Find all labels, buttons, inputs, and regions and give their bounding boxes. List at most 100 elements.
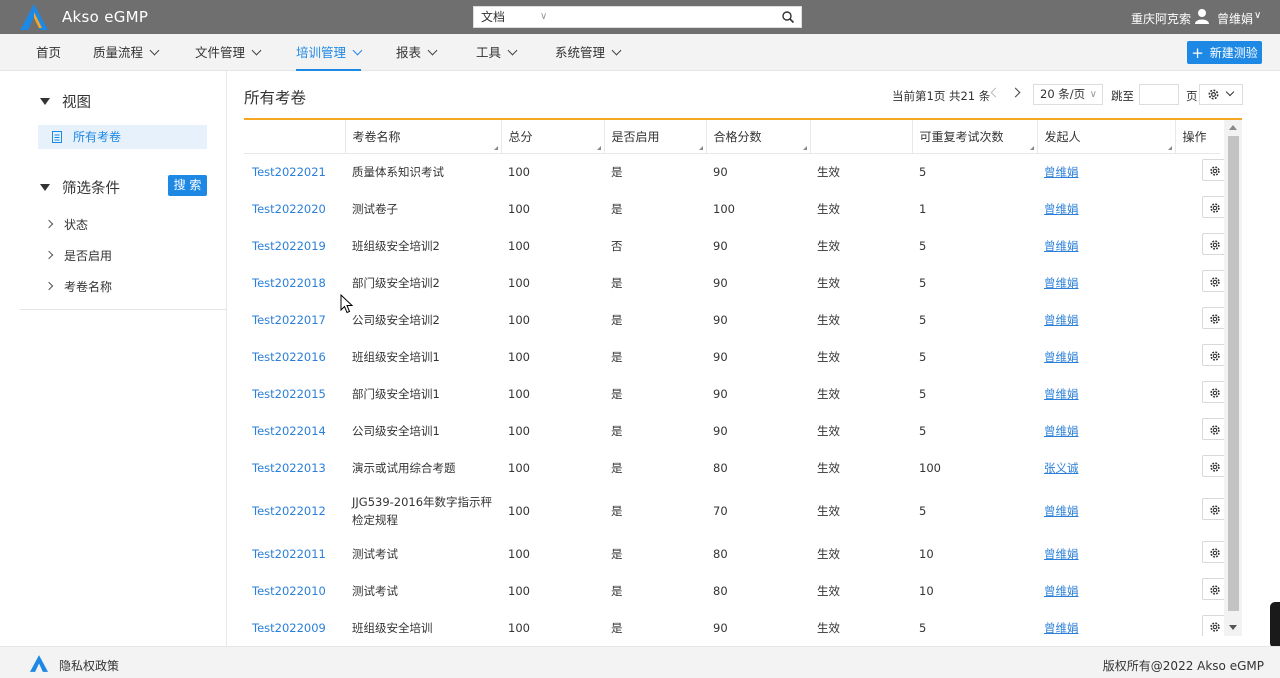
row-actions [1175, 375, 1227, 412]
row-actions [1175, 153, 1227, 190]
total-score: 100 [508, 164, 530, 179]
row-actions [1175, 412, 1227, 449]
caret-down-icon [40, 98, 50, 105]
filter-section-toggle[interactable]: 筛选条件 [40, 177, 120, 198]
sidebar-item-all-papers[interactable]: 所有考卷 [38, 125, 207, 149]
chevron-down-icon: ∨ [540, 11, 548, 22]
filter-status[interactable]: 状态 [44, 216, 88, 233]
status-value: 生效 [817, 201, 840, 216]
paper-code-link[interactable]: Test2022015 [244, 375, 345, 412]
paper-code-link[interactable]: Test2022011 [244, 535, 345, 572]
col-header-pass-score[interactable]: 合格分数 [706, 120, 811, 154]
table-row: Test2022015 部门级安全培训1 100 是 90 生效 5 曾维娟 [244, 375, 1227, 412]
pass-score: 90 [713, 349, 728, 364]
sort-icon [802, 145, 807, 150]
page-scroll-handle[interactable] [1270, 602, 1280, 648]
gear-icon [1210, 585, 1220, 595]
paper-code-link[interactable]: Test2022021 [244, 153, 345, 190]
col-header-repeat[interactable]: 可重复考试次数 [912, 120, 1038, 154]
gear-icon [1210, 351, 1220, 361]
gear-icon [1210, 240, 1220, 250]
filter-enabled[interactable]: 是否启用 [44, 247, 112, 264]
filter-paper-name[interactable]: 考卷名称 [44, 278, 112, 295]
col-header-name[interactable]: 考卷名称 [345, 120, 502, 154]
search-input[interactable] [556, 8, 776, 26]
nav-item-quality-process[interactable]: 质量流程 [93, 34, 160, 71]
nav-item-home[interactable]: 首页 [36, 34, 61, 71]
initiator-link[interactable]: 曾维娟 [1037, 190, 1175, 227]
paper-code-link[interactable]: Test2022009 [244, 609, 345, 636]
initiator-link[interactable]: 曾维娟 [1037, 572, 1175, 609]
initiator-link[interactable]: 曾维娟 [1037, 486, 1175, 535]
akso-logo-icon[interactable] [20, 4, 48, 30]
initiator-link[interactable]: 曾维娟 [1037, 535, 1175, 572]
nav-item-training-management[interactable]: 培训管理 [296, 34, 363, 71]
user-icon[interactable] [1195, 8, 1209, 24]
chevron-left-icon[interactable] [990, 87, 1001, 98]
jump-page-input[interactable] [1139, 84, 1179, 105]
initiator-link[interactable]: 曾维娟 [1037, 264, 1175, 301]
initiator-link[interactable]: 张义诚 [1037, 449, 1175, 486]
nav-item-tools[interactable]: 工具 [476, 34, 518, 71]
mouse-cursor-icon [340, 294, 354, 314]
initiator-link[interactable]: 曾维娟 [1037, 301, 1175, 338]
view-section-toggle[interactable]: 视图 [40, 91, 91, 112]
col-header-initiator[interactable]: 发起人 [1037, 120, 1176, 154]
paper-code-link[interactable]: Test2022014 [244, 412, 345, 449]
initiator-link[interactable]: 曾维娟 [1037, 227, 1175, 264]
initiator-link[interactable]: 曾维娟 [1037, 153, 1175, 190]
repeat-count: 5 [919, 620, 927, 635]
paper-code-link[interactable]: Test2022017 [244, 301, 345, 338]
nav-item-reports[interactable]: 报表 [396, 34, 438, 71]
nav-item-document-management[interactable]: 文件管理 [195, 34, 262, 71]
paper-name: 公司级安全培训1 [352, 423, 440, 438]
col-header-total[interactable]: 总分 [501, 120, 605, 154]
col-header-code [244, 120, 346, 154]
paper-name: 测试考试 [352, 546, 398, 561]
table-row: Test2022013 演示或试用综合考题 100 是 80 生效 100 张义诚 [244, 449, 1227, 486]
search-icon[interactable] [781, 10, 795, 24]
initiator-link[interactable]: 曾维娟 [1037, 412, 1175, 449]
user-name[interactable]: 曾维娟 [1217, 10, 1253, 27]
paper-code-link[interactable]: Test2022013 [244, 449, 345, 486]
initiator-link[interactable]: 曾维娟 [1037, 609, 1175, 636]
repeat-count: 5 [919, 503, 927, 518]
nav-item-system-management[interactable]: 系统管理 [555, 34, 622, 71]
status-value: 生效 [817, 238, 840, 253]
total-score: 100 [508, 423, 530, 438]
scroll-up-icon[interactable] [1229, 125, 1237, 130]
table-row: Test2022019 班组级安全培训2 100 否 90 生效 5 曾维娟 [244, 227, 1227, 264]
chevron-right-icon[interactable] [1010, 87, 1021, 98]
table-settings-dropdown[interactable] [1199, 84, 1243, 105]
status-value: 生效 [817, 386, 840, 401]
total-score: 100 [508, 620, 530, 635]
initiator-link[interactable]: 曾维娟 [1037, 375, 1175, 412]
new-quiz-button[interactable]: + 新建测验 [1187, 41, 1262, 64]
filter-search-button[interactable]: 搜 索 [168, 175, 207, 196]
user-chevron-down-icon[interactable]: ∨ [1254, 10, 1261, 21]
privacy-policy-link[interactable]: 隐私权政策 [59, 657, 119, 674]
col-header-status [810, 120, 913, 154]
pass-score: 100 [713, 201, 735, 216]
initiator-link[interactable]: 曾维娟 [1037, 338, 1175, 375]
paper-code-link[interactable]: Test2022016 [244, 338, 345, 375]
search-scope-select[interactable]: 文档 ∨ [474, 7, 554, 27]
paper-code-link[interactable]: Test2022019 [244, 227, 345, 264]
paper-code-link[interactable]: Test2022010 [244, 572, 345, 609]
status-value: 生效 [817, 620, 840, 635]
scroll-down-icon[interactable] [1229, 625, 1237, 630]
table-header-row: 考卷名称 总分 是否启用 合格分数 可重复考试次数 发起人 操作 [244, 120, 1220, 154]
paper-code-link[interactable]: Test2022012 [244, 486, 345, 535]
paper-code-link[interactable]: Test2022020 [244, 190, 345, 227]
chevron-right-icon [44, 250, 54, 260]
status-value: 生效 [817, 312, 840, 327]
paper-code-link[interactable]: Test2022018 [244, 264, 345, 301]
col-header-enabled[interactable]: 是否启用 [604, 120, 707, 154]
pager-info: 当前第1页 共21 条 [892, 89, 991, 103]
table-scrollbar[interactable] [1224, 120, 1242, 636]
chevron-down-icon [611, 45, 622, 56]
row-actions [1175, 190, 1227, 227]
page-size-select[interactable]: 20 条/页 ∨ [1033, 84, 1103, 105]
scroll-thumb[interactable] [1228, 136, 1239, 611]
enabled-value: 是 [611, 583, 623, 598]
